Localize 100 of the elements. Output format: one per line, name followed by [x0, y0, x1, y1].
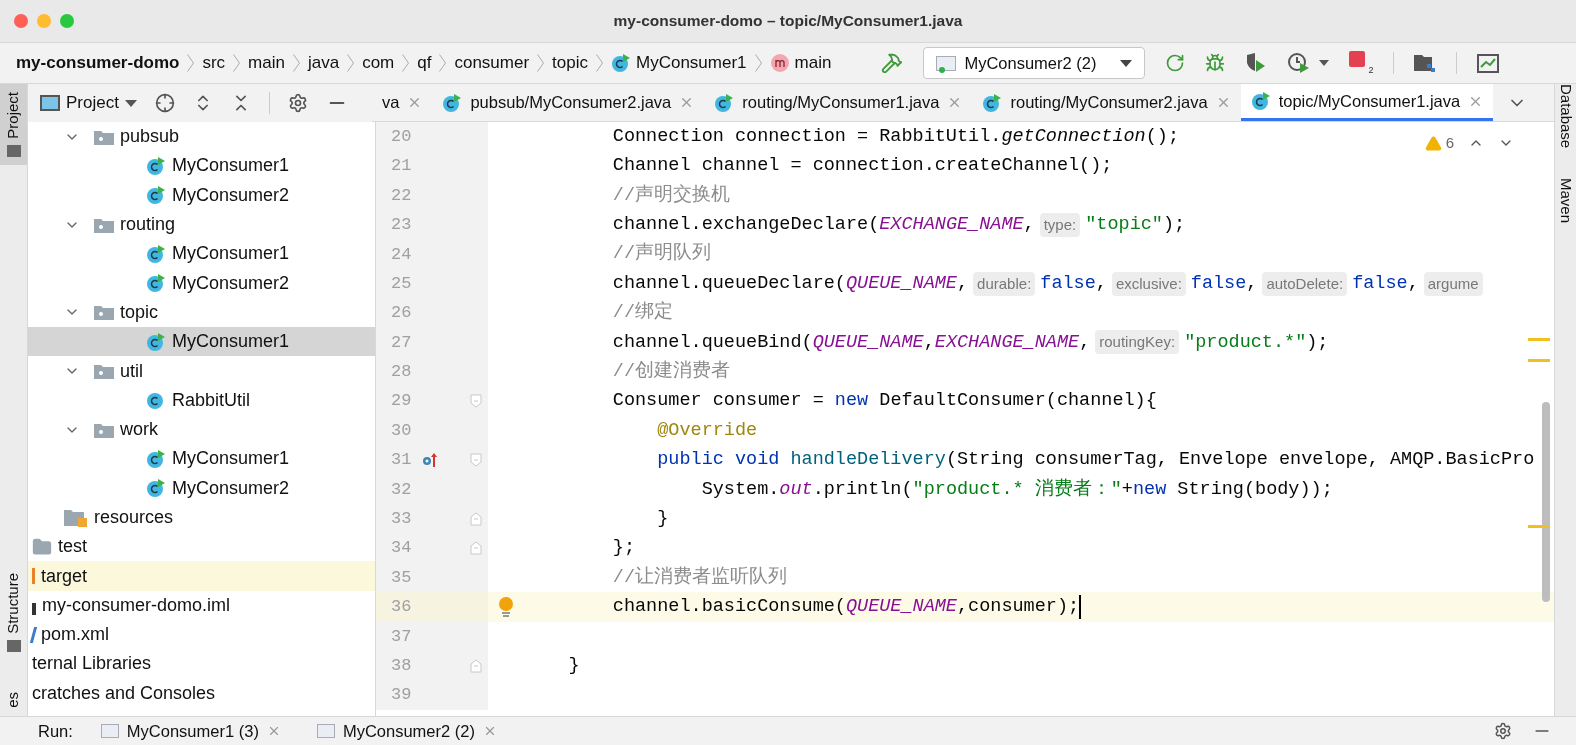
- tree-item[interactable]: ternal Libraries: [28, 649, 375, 679]
- debug-bug-icon[interactable]: [1205, 53, 1226, 73]
- code-line: Consumer consumer = new DefaultConsumer(channel){: [611, 389, 1157, 414]
- line-number: 23: [391, 214, 413, 237]
- stop-button[interactable]: 2: [1349, 51, 1374, 75]
- tool-window-tab[interactable]: Database: [1554, 84, 1576, 149]
- tree-item[interactable]: MyConsumer2: [28, 268, 375, 298]
- tree-item[interactable]: my-consumer-domo.iml: [28, 590, 375, 621]
- warning-stripe-mark: [1528, 359, 1550, 362]
- tree-item[interactable]: MyConsumer2: [28, 180, 375, 210]
- warning-stripe-mark: [1528, 525, 1550, 528]
- fold-start-icon[interactable]: [470, 394, 482, 409]
- rerun-icon[interactable]: [1165, 53, 1186, 73]
- line-number: 25: [391, 272, 413, 295]
- code-line: };: [611, 536, 636, 561]
- code-line: Channel channel = connection.createChannel();: [611, 154, 1113, 179]
- parameter-hint: routingKey:: [1095, 330, 1180, 355]
- dropdown-caret-icon[interactable]: [1319, 60, 1330, 66]
- code-line: //创建消费者: [611, 359, 731, 384]
- project-structure-icon[interactable]: [1414, 53, 1437, 73]
- breadcrumb[interactable]: topic: [552, 50, 588, 76]
- tree-item[interactable]: util: [28, 356, 375, 386]
- tree-item[interactable]: topic: [28, 297, 375, 328]
- editor-tab[interactable]: va: [372, 84, 433, 121]
- tool-window-tab[interactable]: Maven: [1554, 178, 1576, 224]
- breadcrumb[interactable]: my-consumer-domo: [16, 50, 180, 76]
- package-folder-icon: [94, 128, 114, 145]
- breadcrumb-separator-icon: [402, 54, 410, 72]
- run-tab[interactable]: MyConsumer1 (3): [92, 718, 289, 744]
- lightbulb-icon[interactable]: [498, 595, 514, 618]
- tree-item[interactable]: MyConsumer2: [28, 473, 375, 503]
- tree-item[interactable]: resources: [28, 502, 375, 533]
- tree-item[interactable]: routing: [28, 209, 375, 240]
- package-folder-icon: [94, 421, 114, 438]
- breadcrumb[interactable]: consumer: [454, 50, 530, 76]
- runnable-class-icon: [146, 331, 166, 352]
- locate-icon[interactable]: [154, 93, 175, 113]
- tree-item[interactable]: pubsub: [28, 122, 375, 152]
- app-window-icon: [100, 724, 119, 738]
- line-number: 22: [391, 184, 413, 207]
- build-hammer-icon[interactable]: [881, 52, 904, 74]
- breadcrumb-separator-icon: [347, 54, 355, 72]
- editor-tab[interactable]: topic/MyConsumer1.java: [1240, 84, 1494, 121]
- tool-window-tab[interactable]: Project: [0, 84, 27, 165]
- breadcrumb[interactable]: main: [769, 50, 832, 76]
- tree-item[interactable]: pom.xml: [28, 620, 375, 650]
- tree-item[interactable]: MyConsumer1: [28, 239, 375, 269]
- breadcrumb-separator-icon: [537, 54, 545, 72]
- run-tab[interactable]: MyConsumer2 (2): [308, 718, 505, 744]
- breadcrumb-separator-icon: [754, 54, 762, 72]
- override-marker-icon[interactable]: [421, 451, 439, 469]
- tree-item[interactable]: MyConsumer1: [28, 151, 375, 181]
- warnings-indicator[interactable]: 6: [1424, 132, 1454, 155]
- editor-tab[interactable]: routing/MyConsumer2.java: [972, 84, 1241, 121]
- run-config-dropdown[interactable]: MyConsumer2 (2): [923, 47, 1146, 79]
- tree-item[interactable]: target: [28, 561, 375, 591]
- breadcrumb[interactable]: MyConsumer1: [611, 50, 747, 76]
- tree-item[interactable]: RabbitUtil: [28, 385, 375, 415]
- chart-window-icon[interactable]: [1477, 53, 1500, 73]
- code-line: }: [567, 653, 580, 678]
- app-window-icon: [936, 55, 957, 71]
- warning-stripe-mark: [1528, 338, 1550, 341]
- window-icon: [40, 95, 60, 111]
- project-view-dropdown[interactable]: Project: [40, 90, 137, 116]
- breadcrumb[interactable]: src: [202, 50, 226, 76]
- run-label: Run:: [38, 720, 73, 742]
- text-caret: [1079, 594, 1082, 619]
- tree-item[interactable]: MyConsumer1: [28, 327, 375, 357]
- tree-item[interactable]: MyConsumer1: [28, 444, 375, 474]
- runnable-class-icon: [146, 185, 166, 206]
- editor-tab[interactable]: pubsub/MyConsumer2.java: [432, 84, 705, 121]
- tree-item[interactable]: test: [28, 532, 375, 562]
- line-number: 39: [391, 684, 413, 707]
- tree-item[interactable]: cratches and Consoles: [28, 678, 375, 708]
- tool-window-tab[interactable]: Structure: [0, 565, 27, 661]
- close-window-button[interactable]: [14, 14, 28, 28]
- breadcrumb[interactable]: java: [307, 50, 340, 76]
- breadcrumb-separator-icon: [292, 54, 300, 72]
- tool-window-tab[interactable]: es: [0, 684, 27, 716]
- settings-icon[interactable]: [287, 93, 308, 113]
- scrollbar-thumb[interactable]: [1542, 402, 1550, 602]
- breadcrumb-separator-icon: [233, 54, 241, 72]
- parameter-hint: type:: [1039, 212, 1081, 237]
- runnable-class-icon: [611, 53, 631, 73]
- line-number: 36: [391, 596, 413, 619]
- tree-item[interactable]: work: [28, 414, 375, 445]
- breadcrumb[interactable]: main: [248, 50, 285, 76]
- breadcrumb[interactable]: qf: [417, 50, 432, 76]
- line-number: 26: [391, 302, 413, 325]
- settings-icon[interactable]: [1494, 722, 1512, 740]
- window-title: my-consumer-domo – topic/MyConsumer1.java: [613, 11, 963, 32]
- breadcrumb[interactable]: com: [362, 50, 395, 76]
- line-number: 32: [391, 478, 413, 501]
- parameter-hint: exclusive:: [1111, 271, 1186, 296]
- fold-start-icon[interactable]: [470, 453, 482, 467]
- warning-icon: [1424, 134, 1442, 152]
- code-line: channel.basicConsume(QUEUE_NAME,consumer);: [611, 595, 1080, 620]
- line-number: 30: [391, 419, 413, 442]
- editor-tab[interactable]: routing/MyConsumer1.java: [704, 84, 973, 121]
- line-number: 24: [391, 243, 413, 266]
